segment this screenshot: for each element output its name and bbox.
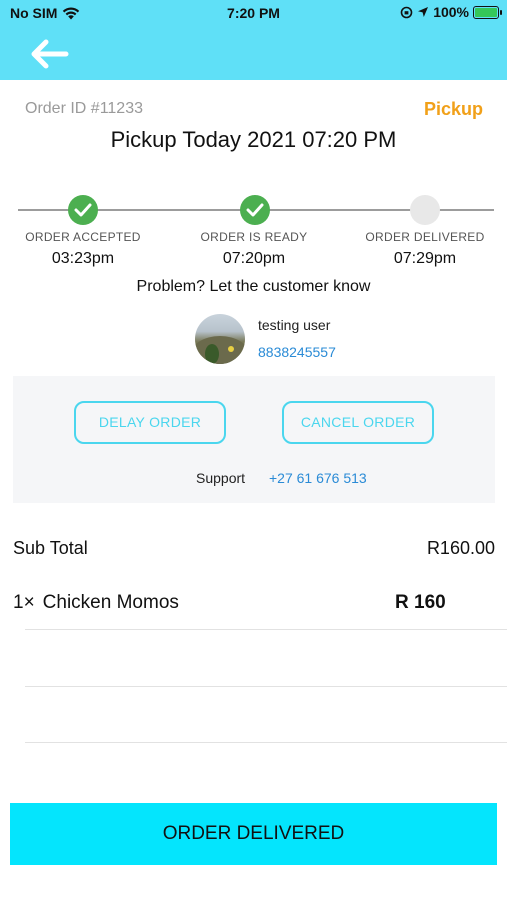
customer-avatar <box>195 314 245 364</box>
customer-phone-link[interactable]: 8838245557 <box>258 344 336 360</box>
delay-order-button[interactable]: DELAY ORDER <box>74 401 226 444</box>
order-actions-panel: DELAY ORDER CANCEL ORDER Support +27 61 … <box>13 376 495 503</box>
subtotal-label: Sub Total <box>13 538 88 558</box>
battery-percent: 100% <box>433 4 469 20</box>
step-delivered-label: ORDER DELIVERED <box>365 230 485 244</box>
step-ready-label: ORDER IS READY <box>200 230 308 244</box>
cancel-order-button[interactable]: CANCEL ORDER <box>282 401 434 444</box>
divider <box>25 742 507 743</box>
item-name: Chicken Momos <box>42 592 179 613</box>
step-delivered-time: 07:29pm <box>393 250 457 267</box>
support-phone-link[interactable]: +27 61 676 513 <box>269 470 367 486</box>
problem-notice: Problem? Let the customer know <box>136 278 371 295</box>
order-type-badge: Pickup <box>423 99 483 119</box>
order-delivered-button[interactable]: ORDER DELIVERED <box>10 803 497 865</box>
step-ready-check-icon <box>240 195 270 225</box>
location-arrow-icon <box>418 7 429 17</box>
arrow-left-icon <box>31 39 69 69</box>
divider <box>25 629 507 630</box>
item-price: R 160 <box>395 592 446 613</box>
divider <box>25 686 507 687</box>
orientation-lock-icon <box>400 6 413 18</box>
back-button[interactable] <box>28 38 70 70</box>
app-header <box>0 28 507 80</box>
step-accepted-label: ORDER ACCEPTED <box>25 230 141 244</box>
customer-name: testing user <box>258 317 331 333</box>
step-delivered-pending-dot <box>410 195 440 225</box>
order-id: Order ID #11233 <box>25 100 143 117</box>
support-label: Support <box>196 470 246 486</box>
pickup-title: Pickup Today 2021 07:20 PM <box>110 127 397 152</box>
status-bar: No SIM 7:20 PM 100% <box>0 0 507 28</box>
step-accepted-time: 03:23pm <box>51 250 115 267</box>
subtotal-value: R160.00 <box>426 538 495 558</box>
step-ready-time: 07:20pm <box>222 250 286 267</box>
battery-icon <box>473 5 502 19</box>
list-item: 1× Chicken Momos <box>13 592 179 614</box>
step-accepted-check-icon <box>68 195 98 225</box>
item-quantity: 1× <box>13 592 35 613</box>
status-right: 100% <box>400 4 502 20</box>
